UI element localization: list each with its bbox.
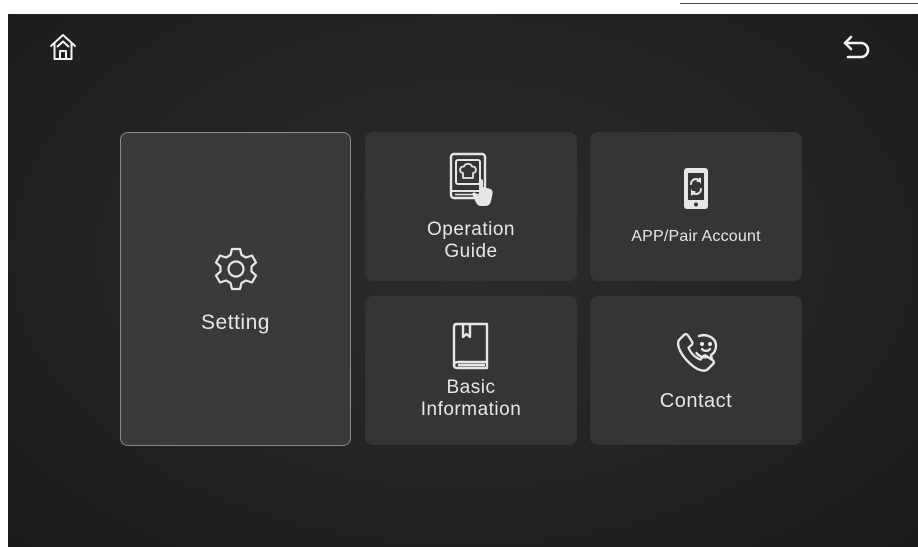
setting-label: Setting bbox=[201, 311, 270, 334]
operation-guide-tile[interactable]: Operation Guide bbox=[365, 132, 577, 281]
phone-sync-icon bbox=[684, 167, 708, 209]
setting-tile[interactable]: Setting bbox=[120, 132, 351, 446]
screen: Setting Operation Guide APP/Pair Account bbox=[8, 14, 918, 547]
basic-information-tile[interactable]: Basic Information bbox=[365, 296, 577, 445]
contact-tile[interactable]: Contact bbox=[590, 296, 802, 445]
back-button[interactable] bbox=[840, 32, 874, 62]
top-edge-marker bbox=[680, 0, 918, 4]
app-pair-account-tile[interactable]: APP/Pair Account bbox=[590, 132, 802, 281]
gear-icon bbox=[214, 247, 257, 291]
home-button[interactable] bbox=[46, 30, 80, 64]
operation-guide-label-line1: Operation bbox=[427, 218, 515, 240]
app-pair-account-label: APP/Pair Account bbox=[631, 227, 761, 245]
operation-guide-label: Operation Guide bbox=[427, 219, 515, 263]
recipe-book-touch-icon bbox=[449, 152, 493, 206]
basic-information-label-line2: Information bbox=[420, 398, 522, 420]
phone-support-icon bbox=[676, 332, 718, 372]
back-arrow-icon bbox=[843, 35, 870, 59]
contact-label: Contact bbox=[659, 389, 733, 412]
home-icon bbox=[50, 34, 76, 60]
basic-information-label: Basic Information bbox=[421, 377, 522, 421]
book-icon bbox=[452, 322, 489, 369]
operation-guide-label-line2: Guide bbox=[444, 240, 498, 262]
basic-information-label-line1: Basic bbox=[446, 376, 496, 398]
